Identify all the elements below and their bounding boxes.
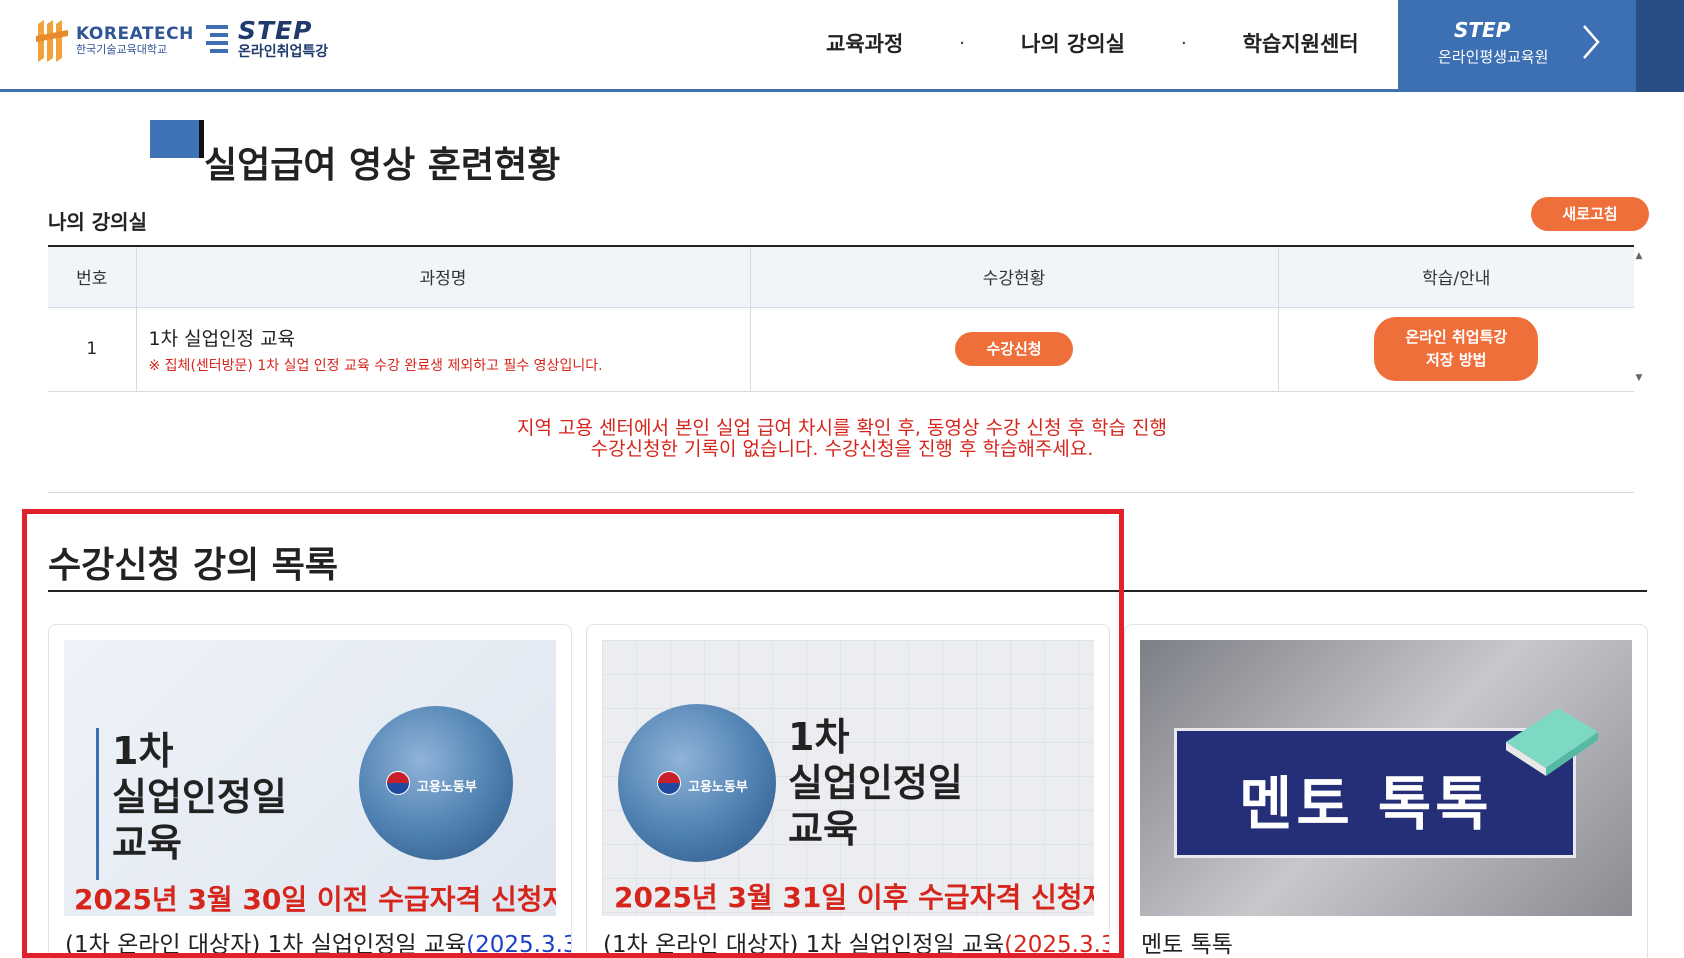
row-status-cell: 수강신청 xyxy=(750,307,1279,392)
course-list-underline xyxy=(48,590,1647,592)
course-card-2[interactable]: 고용노동부 1차 실업인정일 교육 2025년 3월 31일 이후 수급자격 신… xyxy=(586,624,1110,958)
page-title: 실업급여 영상 훈련현황 xyxy=(204,145,561,186)
ministry-emblem-icon xyxy=(657,771,681,795)
table-row: 1 1차 실업인정 교육 ※ 집체(센터방문) 1차 실업 인정 교육 수강 완… xyxy=(48,307,1634,392)
nav-support-center[interactable]: 학습지원센터 xyxy=(1243,28,1359,58)
caption-date: (2025.3.30 xyxy=(466,932,571,958)
row-number: 1 xyxy=(48,307,137,392)
row-course-cell: 1차 실업인정 교육 ※ 집체(센터방문) 1차 실업 인정 교육 수강 완료생… xyxy=(136,307,751,392)
row-course-note: ※ 집체(센터방문) 1차 실업 인정 교육 수강 완료생 제외하고 필수 영상… xyxy=(148,357,603,374)
mentor-banner-text: 멘토 톡톡 xyxy=(1239,770,1493,838)
chevron-right-icon xyxy=(1583,25,1600,59)
globe-graphic: 고용노동부 xyxy=(359,706,513,860)
classroom-label: 나의 강의실 xyxy=(48,210,147,234)
title-marker-icon xyxy=(150,120,202,158)
course-thumbnail-3[interactable]: 멘토 톡톡 xyxy=(1140,640,1632,916)
notice-line2: 수강신청한 기록이 없습니다. 수강신청을 진행 후 학습해주세요. xyxy=(590,438,1094,460)
course-thumbnail-1[interactable]: 1차 실업인정일 교육 고용노동부 2025년 3월 30일 이전 수급자격 신… xyxy=(64,640,556,916)
col-number: 번호 xyxy=(48,246,137,308)
course-card-1[interactable]: 1차 실업인정일 교육 고용노동부 2025년 3월 30일 이전 수급자격 신… xyxy=(48,624,572,958)
step-logo-title: STEP xyxy=(238,16,313,45)
classroom-table: 번호 과정명 수강현황 학습/안내 1 1차 실업인정 교육 ※ 집체(센터방문… xyxy=(48,245,1634,392)
thumb-eligibility: 2025년 3월 30일 이전 수급자격 신청자 xyxy=(74,883,556,916)
course-thumbnail-2[interactable]: 고용노동부 1차 실업인정일 교육 2025년 3월 31일 이후 수급자격 신… xyxy=(602,640,1094,916)
koreatech-logo[interactable]: KOREATECH 한국기술교육대학교 xyxy=(34,18,194,64)
col-course: 과정명 xyxy=(136,246,751,308)
site-header: KOREATECH 한국기술교육대학교 STEP 온라인취업특강 교육과정 · … xyxy=(0,0,1684,92)
thumb-accent-line xyxy=(96,728,99,880)
section-divider xyxy=(48,492,1634,493)
ministry-emblem-icon xyxy=(386,771,410,795)
scroll-down-arrow-icon[interactable]: ▼ xyxy=(1634,373,1644,383)
globe-label: 고용노동부 xyxy=(417,780,477,795)
row-course-name: 1차 실업인정 교육 xyxy=(148,327,296,350)
save-guide-line2: 저장 방법 xyxy=(1426,351,1487,369)
globe-label: 고용노동부 xyxy=(688,780,748,795)
nav-my-classroom[interactable]: 나의 강의실 xyxy=(1021,28,1125,58)
step-mark-icon xyxy=(206,25,228,53)
course-caption-2[interactable]: (1차 온라인 대상자) 1차 실업인정일 교육(2025.3.31 xyxy=(603,925,1109,958)
globe-graphic: 고용노동부 xyxy=(618,704,776,862)
save-guide-line1: 온라인 취업특강 xyxy=(1405,328,1508,346)
notice-line1: 지역 고용 센터에서 본인 실업 급여 차시를 확인 후, 동영상 수강 신청 … xyxy=(517,417,1167,439)
save-guide-button[interactable]: 온라인 취업특강 저장 방법 xyxy=(1374,317,1539,381)
thumb-eligibility: 2025년 3월 31일 이후 수급자격 신청자 xyxy=(614,881,1094,914)
caption-date: (2025.3.31 xyxy=(1004,932,1109,958)
course-caption-1[interactable]: (1차 온라인 대상자) 1차 실업인정일 교육(2025.3.30 xyxy=(65,925,571,958)
nav-courses[interactable]: 교육과정 xyxy=(826,28,903,58)
thumb-title: 1차 실업인정일 교육 xyxy=(788,715,963,851)
step-panel-title: STEP xyxy=(1454,18,1511,42)
thumb-title: 1차 실업인정일 교육 xyxy=(112,729,287,865)
koreatech-logo-subtitle: 한국기술교육대학교 xyxy=(76,43,168,56)
nav-separator: · xyxy=(1180,32,1187,54)
step-logo-subtitle: 온라인취업특강 xyxy=(238,44,329,60)
step-logo[interactable]: STEP 온라인취업특강 xyxy=(204,18,328,60)
notice-text: 지역 고용 센터에서 본인 실업 급여 차시를 확인 후, 동영상 수강 신청 … xyxy=(0,418,1684,460)
row-guide-cell: 온라인 취업특강 저장 방법 xyxy=(1278,307,1634,392)
main-nav: 교육과정 · 나의 강의실 · 학습지원센터 xyxy=(826,28,1359,58)
col-status: 수강현황 xyxy=(750,246,1279,308)
apply-button[interactable]: 수강신청 xyxy=(955,332,1073,366)
step-panel-subtitle: 온라인평생교육원 xyxy=(1438,48,1549,66)
col-guide: 학습/안내 xyxy=(1278,246,1634,308)
step-lifelong-edu-link[interactable]: STEP 온라인평생교육원 xyxy=(1398,0,1636,92)
book-icon xyxy=(1506,708,1598,776)
scroll-up-arrow-icon[interactable]: ▲ xyxy=(1634,251,1644,261)
nav-separator: · xyxy=(959,32,966,54)
header-side-block xyxy=(1636,0,1684,92)
course-list-title: 수강신청 강의 목록 xyxy=(48,545,339,586)
course-caption-3[interactable]: 멘토 톡톡 xyxy=(1141,925,1233,958)
koreatech-logo-title: KOREATECH xyxy=(76,24,194,44)
course-card-3[interactable]: 멘토 톡톡 멘토 톡톡 xyxy=(1124,624,1648,958)
koreatech-mark-icon xyxy=(36,20,68,62)
refresh-button[interactable]: 새로고침 xyxy=(1531,197,1649,231)
